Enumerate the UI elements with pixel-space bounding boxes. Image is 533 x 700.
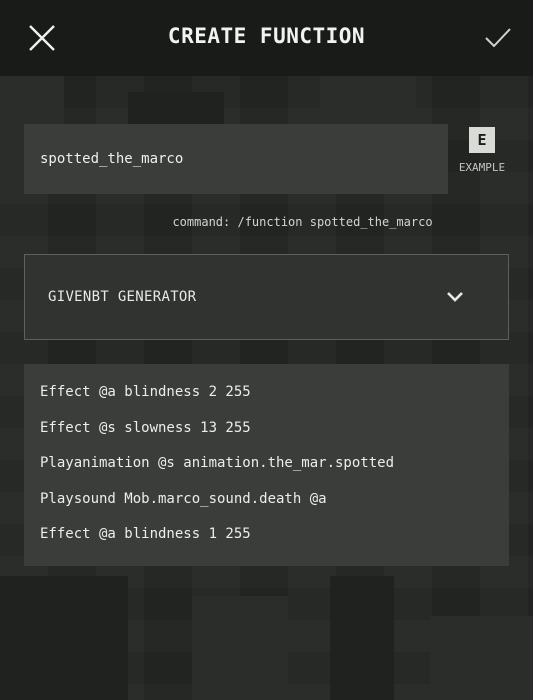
page-title: CREATE FUNCTION [167, 24, 366, 48]
command-line: Effect @a blindness 2 255 [40, 384, 251, 400]
background-tile [430, 616, 533, 700]
example-button[interactable]: E EXAMPLE [452, 124, 512, 180]
example-badge: E [469, 127, 495, 153]
generator-dropdown[interactable]: GIVENBT GENERATOR [24, 254, 509, 340]
background-tile [330, 576, 394, 700]
background-tile [192, 596, 288, 700]
function-name-input[interactable]: spotted_the_marco [24, 124, 448, 194]
header-bar: CREATE FUNCTION [0, 0, 533, 76]
command-line: Effect @s slowness 13 255 [40, 419, 251, 436]
background-tile [128, 92, 224, 124]
background-tile [0, 576, 128, 700]
background-tile [320, 76, 416, 124]
checkmark-icon [485, 28, 511, 48]
command-line: Effect @a blindness 1 255 [40, 526, 251, 542]
command-line: Playsound Mob.marco_sound.death @a [40, 490, 327, 507]
example-label: EXAMPLE [458, 161, 506, 174]
command-hint: command: /function spotted_the_marco [172, 215, 433, 229]
command-line: Playanimation @s animation.the_mar.spott… [40, 455, 395, 471]
commands-textarea[interactable]: Effect @a blindness 2 255 Effect @s slow… [24, 364, 509, 566]
chevron-down-icon [447, 292, 463, 302]
confirm-button[interactable] [478, 18, 518, 58]
generator-selected-value: GIVENBT GENERATOR [48, 289, 197, 305]
